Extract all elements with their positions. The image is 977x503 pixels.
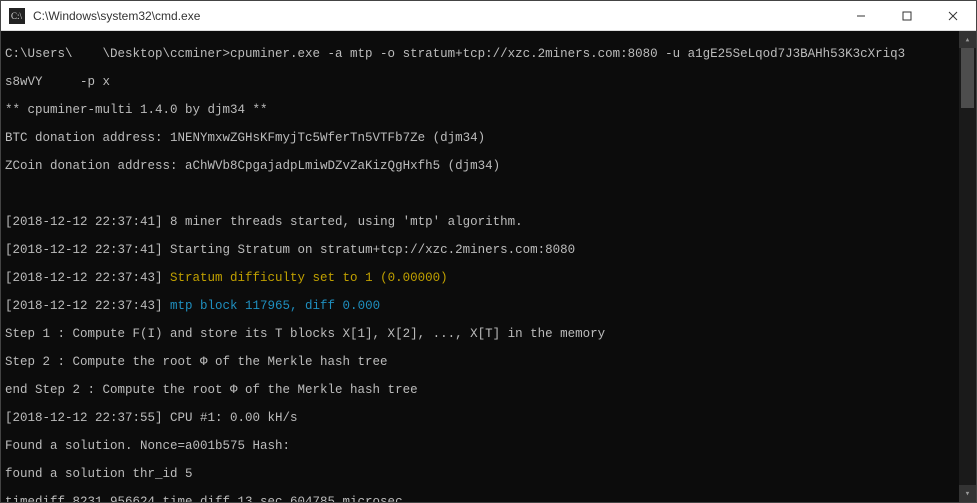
console-output[interactable]: C:\Users\ \Desktop\ccminer>cpuminer.exe … [1, 31, 976, 502]
timestamp: [2018-12-12 22:37:43] [5, 271, 163, 285]
log-line: found a solution thr_id 5 [5, 467, 972, 481]
log-line: [2018-12-12 22:37:55] CPU #1: 0.00 kH/s [5, 411, 972, 425]
cmd-line: C:\Users\ \Desktop\ccminer>cpuminer.exe … [5, 47, 972, 61]
timestamp: [2018-12-12 22:37:43] [5, 299, 163, 313]
log-text: CPU #1: 0.00 kH/s [163, 411, 298, 425]
log-line: timediff 8231.956624 time diff 13 sec 60… [5, 495, 972, 502]
maximize-button[interactable] [884, 1, 930, 30]
scroll-down-button[interactable]: ▾ [959, 485, 976, 502]
scroll-up-button[interactable]: ▴ [959, 31, 976, 48]
window-controls [838, 1, 976, 30]
scrollbar-track[interactable] [959, 48, 976, 485]
chevron-up-icon: ▴ [965, 33, 970, 47]
donation-line: ZCoin donation address: aChWVb8CpgajadpL… [5, 159, 972, 173]
log-line: Step 2 : Compute the root Φ of the Merkl… [5, 355, 972, 369]
minimize-button[interactable] [838, 1, 884, 30]
svg-text:C:\: C:\ [11, 11, 23, 21]
cmd-window: C:\ C:\Windows\system32\cmd.exe C:\Users… [0, 0, 977, 503]
blank-line [5, 187, 972, 201]
cmd-line: s8wVY -p x [5, 75, 972, 89]
window-title: C:\Windows\system32\cmd.exe [33, 9, 838, 23]
vertical-scrollbar[interactable]: ▴ ▾ [959, 31, 976, 502]
timestamp: [2018-12-12 22:37:55] [5, 411, 163, 425]
log-text: 8 miner threads started, using 'mtp' alg… [163, 215, 523, 229]
log-line: end Step 2 : Compute the root Φ of the M… [5, 383, 972, 397]
timestamp: [2018-12-12 22:37:41] [5, 243, 163, 257]
log-line: [2018-12-12 22:37:43] mtp block 117965, … [5, 299, 972, 313]
log-line: [2018-12-12 22:37:41] Starting Stratum o… [5, 243, 972, 257]
scrollbar-thumb[interactable] [961, 48, 974, 108]
log-line: Found a solution. Nonce=a001b575 Hash: [5, 439, 972, 453]
log-line: [2018-12-12 22:37:41] 8 miner threads st… [5, 215, 972, 229]
log-text: Starting Stratum on stratum+tcp://xzc.2m… [163, 243, 576, 257]
chevron-down-icon: ▾ [965, 487, 970, 501]
cmd-icon: C:\ [9, 8, 25, 24]
log-line: [2018-12-12 22:37:43] Stratum difficulty… [5, 271, 972, 285]
banner-line: ** cpuminer-multi 1.4.0 by djm34 ** [5, 103, 972, 117]
donation-line: BTC donation address: 1NENYmxwZGHsKFmyjT… [5, 131, 972, 145]
timestamp: [2018-12-12 22:37:41] [5, 215, 163, 229]
log-text: mtp block 117965, diff 0.000 [163, 299, 381, 313]
log-line: Step 1 : Compute F(I) and store its T bl… [5, 327, 972, 341]
titlebar[interactable]: C:\ C:\Windows\system32\cmd.exe [1, 1, 976, 31]
log-text: Stratum difficulty set to 1 (0.00000) [163, 271, 448, 285]
close-button[interactable] [930, 1, 976, 30]
